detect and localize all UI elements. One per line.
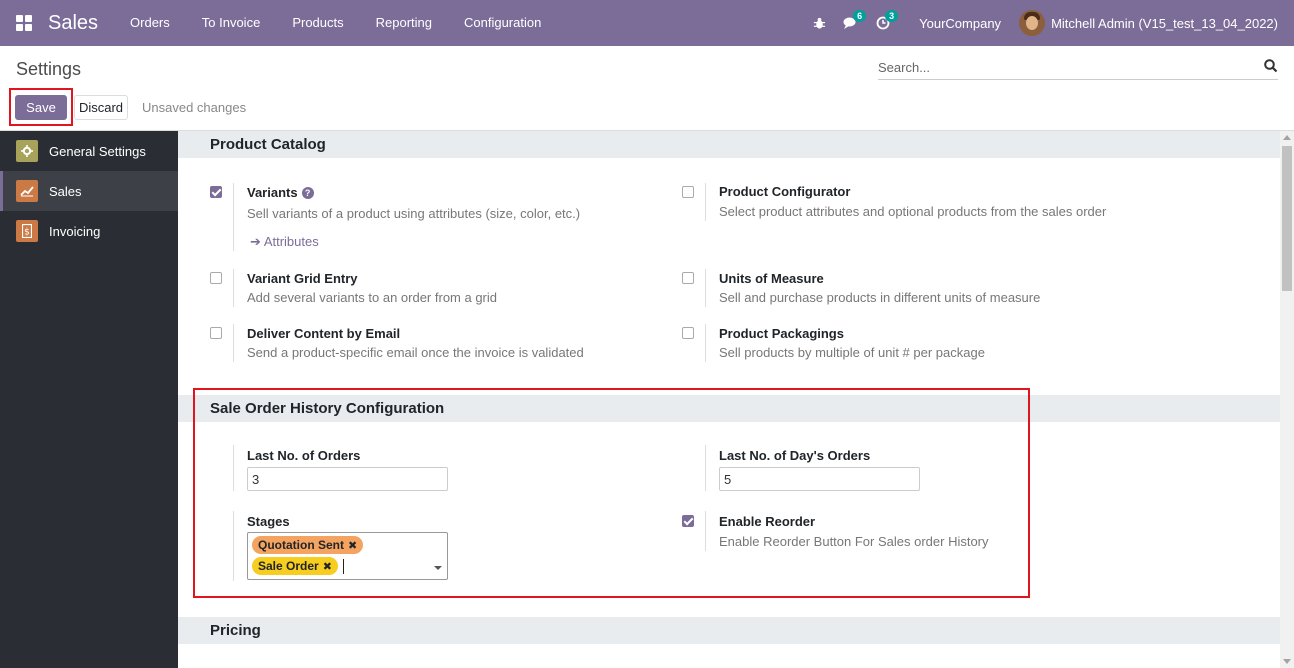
deliver-email-title: Deliver Content by Email bbox=[247, 326, 401, 341]
last-days-label: Last No. of Day's Orders bbox=[719, 448, 871, 463]
user-name: Mitchell Admin (V15_test_13_04_2022) bbox=[1051, 15, 1278, 31]
setting-divider bbox=[705, 269, 706, 307]
sidebar-item-label: General Settings bbox=[49, 143, 146, 159]
chevron-down-icon[interactable] bbox=[434, 566, 442, 570]
setting-divider bbox=[705, 445, 706, 491]
menu-configuration[interactable]: Configuration bbox=[448, 0, 557, 46]
variants-title: Variants? bbox=[247, 185, 314, 200]
deliver-email-checkbox[interactable] bbox=[210, 327, 222, 339]
search-box bbox=[878, 56, 1278, 80]
section-product-catalog: Product Catalog bbox=[178, 131, 1280, 158]
attributes-link[interactable]: ➔ Attributes bbox=[250, 234, 319, 250]
help-question-icon[interactable]: ? bbox=[301, 187, 314, 199]
scroll-thumb[interactable] bbox=[1282, 146, 1292, 291]
content-scrollbar[interactable] bbox=[1280, 131, 1294, 668]
search-input[interactable] bbox=[878, 56, 1248, 78]
variants-checkbox[interactable] bbox=[210, 186, 222, 198]
section-history-config: Sale Order History Configuration bbox=[178, 395, 1280, 422]
avatar bbox=[1019, 10, 1046, 36]
top-navbar: Sales Orders To Invoice Products Reporti… bbox=[0, 0, 1294, 46]
sidebar-item-label: Sales bbox=[49, 183, 82, 199]
menu-orders[interactable]: Orders bbox=[114, 0, 186, 46]
settings-sidebar: General Settings Sales $ Invoicing bbox=[0, 131, 178, 668]
apps-menu-icon[interactable] bbox=[0, 0, 48, 46]
grid-entry-desc: Add several variants to an order from a … bbox=[247, 290, 498, 305]
search-icon[interactable] bbox=[1264, 59, 1278, 73]
menu-reporting[interactable]: Reporting bbox=[360, 0, 448, 46]
uom-title: Units of Measure bbox=[719, 271, 824, 286]
last-days-input[interactable] bbox=[719, 467, 920, 491]
tag-remove-icon[interactable]: ✖ bbox=[323, 561, 332, 573]
scroll-up-arrow-icon[interactable] bbox=[1283, 135, 1291, 140]
section-pricing: Pricing bbox=[178, 617, 1280, 644]
page-title: Settings bbox=[16, 59, 82, 79]
configurator-title: Product Configurator bbox=[719, 184, 851, 199]
user-menu[interactable]: Mitchell Admin (V15_test_13_04_2022) bbox=[1019, 10, 1294, 36]
arrow-right-icon: ➔ bbox=[250, 234, 261, 249]
setting-divider bbox=[705, 511, 706, 551]
grid-entry-title: Variant Grid Entry bbox=[247, 271, 358, 286]
setting-divider bbox=[233, 324, 234, 362]
setting-divider bbox=[705, 183, 706, 221]
tag-quotation-sent: Quotation Sent ✖ bbox=[252, 536, 364, 554]
activities-clock-icon[interactable]: 3 bbox=[867, 0, 899, 46]
variants-desc: Sell variants of a product using attribu… bbox=[247, 206, 581, 221]
setting-divider bbox=[705, 324, 706, 362]
reorder-desc: Enable Reorder Button For Sales order Hi… bbox=[719, 534, 989, 549]
text-cursor bbox=[343, 559, 344, 574]
invoice-icon: $ bbox=[16, 220, 38, 242]
messages-chat-icon[interactable]: 6 bbox=[835, 0, 867, 46]
setting-divider bbox=[233, 511, 234, 581]
last-orders-input[interactable] bbox=[247, 467, 448, 491]
scroll-down-arrow-icon[interactable] bbox=[1283, 659, 1291, 664]
configurator-checkbox[interactable] bbox=[682, 186, 694, 198]
packagings-desc: Sell products by multiple of unit # per … bbox=[719, 345, 985, 360]
activities-badge: 3 bbox=[885, 10, 899, 22]
control-panel: Settings Save Discard Unsaved changes bbox=[0, 46, 1294, 131]
save-button[interactable]: Save bbox=[15, 95, 67, 120]
setting-divider bbox=[233, 445, 234, 491]
sidebar-item-label: Invoicing bbox=[49, 223, 101, 239]
svg-text:$: $ bbox=[24, 228, 30, 238]
menu-to-invoice[interactable]: To Invoice bbox=[186, 0, 277, 46]
setting-divider bbox=[233, 183, 234, 251]
unsaved-changes-label: Unsaved changes bbox=[142, 100, 247, 115]
sidebar-item-invoicing[interactable]: $ Invoicing bbox=[0, 211, 178, 251]
menu-products[interactable]: Products bbox=[276, 0, 359, 46]
messages-badge: 6 bbox=[853, 10, 867, 22]
uom-desc: Sell and purchase products in different … bbox=[719, 290, 1041, 305]
app-brand[interactable]: Sales bbox=[48, 12, 98, 35]
reorder-title: Enable Reorder bbox=[719, 514, 816, 529]
gear-icon bbox=[16, 140, 38, 162]
configurator-desc: Select product attributes and optional p… bbox=[719, 204, 1107, 219]
discard-button[interactable]: Discard bbox=[74, 95, 128, 120]
grid-entry-checkbox[interactable] bbox=[210, 272, 222, 284]
chart-icon bbox=[16, 180, 38, 202]
stages-many2many-tags[interactable]: Quotation Sent ✖ Sale Order ✖ bbox=[247, 532, 448, 580]
company-switcher[interactable]: YourCompany bbox=[899, 16, 1019, 31]
debug-bug-icon[interactable] bbox=[803, 0, 835, 46]
packagings-title: Product Packagings bbox=[719, 326, 844, 341]
setting-divider bbox=[233, 269, 234, 307]
settings-content: Product Catalog Variants? Sell variants … bbox=[178, 131, 1280, 668]
packagings-checkbox[interactable] bbox=[682, 327, 694, 339]
reorder-checkbox[interactable] bbox=[682, 515, 694, 527]
sidebar-item-sales[interactable]: Sales bbox=[0, 171, 178, 211]
sidebar-item-general-settings[interactable]: General Settings bbox=[0, 131, 178, 171]
deliver-email-desc: Send a product-specific email once the i… bbox=[247, 345, 584, 360]
last-orders-label: Last No. of Orders bbox=[247, 448, 361, 463]
uom-checkbox[interactable] bbox=[682, 272, 694, 284]
tag-remove-icon[interactable]: ✖ bbox=[348, 540, 357, 552]
tag-sale-order: Sale Order ✖ bbox=[252, 557, 338, 575]
stages-label: Stages bbox=[247, 514, 290, 529]
